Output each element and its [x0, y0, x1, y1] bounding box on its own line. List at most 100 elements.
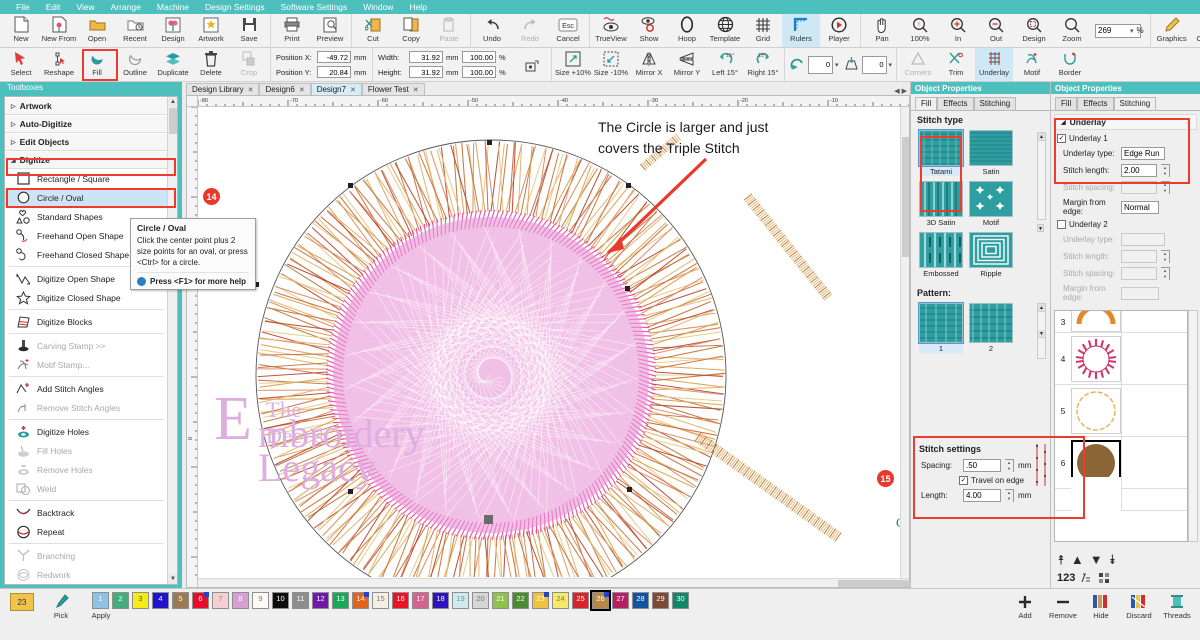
scroll-down-icon[interactable]: ▼ — [1037, 224, 1044, 232]
outline-tool-button[interactable]: Outline — [116, 48, 154, 81]
menu-item-window[interactable]: Window — [355, 1, 401, 13]
rulers-button[interactable]: Rulers — [782, 14, 820, 47]
position-y-input[interactable] — [317, 66, 351, 78]
resequence-icon[interactable] — [1080, 572, 1093, 584]
size-minus-button[interactable]: Size -10% — [592, 48, 630, 81]
palette-chip-8[interactable]: 8 — [232, 592, 249, 609]
tool-weld[interactable]: Weld — [5, 479, 167, 498]
underlay2-checkbox[interactable]: Underlay 2 — [1051, 218, 1200, 231]
palette-chip-28[interactable]: 28 — [632, 592, 649, 609]
open-button[interactable]: Open — [78, 14, 116, 47]
close-icon[interactable]: ✕ — [350, 86, 356, 94]
skew-dropdown-arrow[interactable]: ▾ — [889, 61, 893, 69]
preview-button[interactable]: Preview — [311, 14, 349, 47]
tool-redwork[interactable]: Redwork — [5, 565, 167, 584]
hoop-button[interactable]: Hoop — [668, 14, 706, 47]
new-button[interactable]: New — [2, 14, 40, 47]
width-input[interactable] — [409, 51, 443, 63]
object-list-row-empty[interactable] — [1055, 476, 1187, 523]
palette-chip-30[interactable]: 30 — [672, 592, 689, 609]
object-list-row-3[interactable]: 3 — [1055, 311, 1187, 333]
remove-color-button[interactable]: Remove — [1044, 591, 1082, 620]
underlay2-spacing-input[interactable] — [1121, 267, 1157, 280]
palette-chip-11[interactable]: 11 — [292, 592, 309, 609]
underlay2-length-input[interactable] — [1121, 250, 1157, 263]
toolbox-group-applique[interactable]: ▷ Appliqué — [5, 584, 167, 585]
length-input[interactable] — [963, 489, 1001, 502]
underlay-section-header[interactable]: ◢ Underlay — [1054, 114, 1197, 130]
tool-motif-stamp[interactable]: Motif Stamp... — [5, 355, 167, 374]
palette-chip-22[interactable]: 22 — [512, 592, 529, 609]
artwork-button[interactable]: Artwork — [192, 14, 230, 47]
zoom-100-button[interactable]: ! 100% — [901, 14, 939, 47]
lock-aspect-button[interactable] — [515, 48, 549, 81]
palette-chip-13[interactable]: 13 — [332, 592, 349, 609]
tab-stitching-2[interactable]: Stitching — [1113, 97, 1157, 110]
tab-fill-2[interactable]: Fill — [1055, 97, 1078, 110]
reshape-tool-button[interactable]: Reshape — [40, 48, 78, 81]
palette-chip-14[interactable]: 14 — [352, 592, 369, 609]
tab-effects[interactable]: Effects — [937, 97, 974, 110]
close-icon[interactable]: ✕ — [248, 86, 254, 94]
scroll-up-icon[interactable]: ▲ — [1038, 304, 1045, 312]
height-input[interactable] — [409, 66, 443, 78]
palette-chip-21[interactable]: 21 — [492, 592, 509, 609]
palette-chip-23[interactable]: 23 — [532, 592, 549, 609]
rotate-right-button[interactable]: 15° Right 15° — [744, 48, 782, 81]
palette-chip-10[interactable]: 10 — [272, 592, 289, 609]
toolbox-group-edit-objects[interactable]: ▷ Edit Objects — [5, 133, 167, 151]
player-button[interactable]: Player — [820, 14, 858, 47]
palette-chip-7[interactable]: 7 — [212, 592, 229, 609]
print-button[interactable]: Print — [273, 14, 311, 47]
rotate-angle-input[interactable] — [808, 55, 833, 74]
paste-button[interactable]: Paste — [430, 14, 468, 47]
menu-item-edit[interactable]: Edit — [38, 1, 69, 13]
select-tool-button[interactable]: Select — [2, 48, 40, 81]
template-button[interactable]: Template — [706, 14, 744, 47]
spacing-input[interactable] — [963, 459, 1001, 472]
zoom-in-button[interactable]: In — [939, 14, 977, 47]
tool-branching[interactable]: Branching — [5, 546, 167, 565]
tool-remove-stitch-angles[interactable]: Remove Stitch Angles — [5, 398, 167, 417]
menu-item-view[interactable]: View — [68, 1, 102, 13]
stitch-type-tatami[interactable]: Tatami — [918, 129, 964, 176]
rotate-dropdown-arrow[interactable]: ▾ — [835, 61, 839, 69]
stitch-type-scrollbar[interactable]: ▲ — [1037, 132, 1046, 220]
next-icon[interactable]: ▼ — [1090, 553, 1103, 566]
object-list-row-5[interactable]: 5 — [1055, 385, 1187, 437]
palette-chip-3[interactable]: 3 — [132, 592, 149, 609]
pan-button[interactable]: Pan — [863, 14, 901, 47]
toolbox-group-auto-digitize[interactable]: ▷ Auto-Digitize — [5, 115, 167, 133]
border-button[interactable]: Border — [1051, 48, 1089, 81]
scroll-up-icon[interactable]: ▲ — [1038, 133, 1045, 141]
mirror-x-button[interactable]: Mirror X — [630, 48, 668, 81]
discard-threads-button[interactable]: Discard — [1120, 591, 1158, 620]
palette-chip-19[interactable]: 19 — [452, 592, 469, 609]
tab-stitching[interactable]: Stitching — [973, 97, 1017, 110]
tool-repeat[interactable]: Repeat — [5, 522, 167, 541]
zoom-level-combo[interactable]: ▾ % — [1091, 14, 1148, 47]
palette-chip-12[interactable]: 12 — [312, 592, 329, 609]
zoom-out-button[interactable]: Out — [977, 14, 1015, 47]
doc-tab-flower-test[interactable]: Flower Test ✕ — [361, 83, 425, 95]
crop-button[interactable]: Crop — [230, 48, 268, 81]
toolboxes-scrollbar[interactable]: ▲ ▼ — [167, 97, 177, 584]
underlay1-checkbox[interactable]: ✓ Underlay 1 — [1051, 132, 1200, 145]
palette-chip-5[interactable]: 5 — [172, 592, 189, 609]
underlay1-length-input[interactable] — [1121, 164, 1157, 177]
menu-item-machine[interactable]: Machine — [149, 1, 197, 13]
close-icon[interactable]: ✕ — [413, 86, 419, 94]
palette-chip-27[interactable]: 27 — [612, 592, 629, 609]
palette-chip-20[interactable]: 20 — [472, 592, 489, 609]
stitch-type-ripple[interactable]: Ripple — [969, 232, 1013, 278]
menu-item-software-settings[interactable]: Software Settings — [273, 1, 356, 13]
object-list[interactable]: 3 4 5 6 — [1054, 310, 1188, 542]
show-button[interactable]: Show — [630, 14, 668, 47]
palette-chip-18[interactable]: 18 — [432, 592, 449, 609]
doc-tab-design6[interactable]: Design6 ✕ — [259, 83, 311, 95]
save-button[interactable]: Save — [230, 14, 268, 47]
first-icon[interactable]: ⯭ — [1057, 553, 1065, 566]
object-list-row-4[interactable]: 4 — [1055, 333, 1187, 385]
scroll-down-icon[interactable]: ▼ — [168, 574, 177, 584]
menu-item-help[interactable]: Help — [401, 1, 434, 13]
